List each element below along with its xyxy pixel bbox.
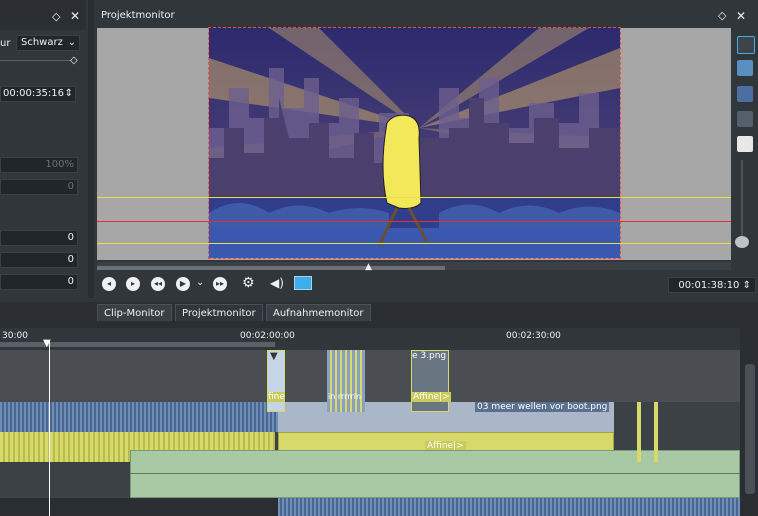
close-icon[interactable]: ✕ [736, 9, 746, 23]
tab-clip-monitor[interactable]: Clip-Monitor [97, 304, 172, 321]
clip-waveform[interactable] [278, 498, 740, 516]
zone-bar [0, 342, 275, 347]
document-icon[interactable] [737, 136, 753, 152]
value-field-4[interactable]: 0 [0, 274, 78, 290]
clip-effect-label: fine [268, 392, 285, 402]
value-field-3[interactable]: 0 [0, 252, 78, 268]
value-field-2[interactable]: 0 [0, 230, 78, 246]
ruler-tick-label: 30:00 [2, 331, 28, 341]
slider-track[interactable] [0, 60, 72, 61]
rewind-icon[interactable]: ◂◂ [151, 277, 165, 291]
video-frame [208, 27, 621, 259]
clip-effect-label: in rrrrrin [328, 392, 362, 401]
playhead-marker-icon[interactable]: ▼ [43, 338, 51, 349]
chevron-down-icon: ⌄ [67, 37, 76, 48]
close-icon[interactable]: ✕ [70, 9, 80, 23]
value-text: 0 [67, 276, 74, 287]
zoom-slider[interactable] [741, 160, 743, 240]
guide-line [97, 197, 731, 198]
panel-splitter[interactable] [88, 0, 94, 298]
timeline-playhead[interactable] [49, 340, 50, 516]
paint-icon[interactable] [737, 60, 753, 76]
zone-bar [97, 266, 445, 270]
percent-field[interactable]: 100% [0, 157, 78, 173]
clip-name-label: 03 meer wellen vor boot.png [475, 402, 610, 412]
effect-panel: ◇ ✕ ur Schwarz ⌄ ◇ 00:00:35:16 ⇕ 100% 0 … [0, 0, 86, 298]
small-clip[interactable] [654, 402, 658, 462]
spin-icon: ⇕ [742, 280, 751, 291]
timecode-value: 00:00:35:16 [3, 88, 65, 99]
small-clip[interactable] [637, 402, 641, 462]
scrollbar-handle[interactable] [745, 364, 755, 494]
tab-label: Projektmonitor [182, 308, 256, 319]
value-text: 0 [67, 181, 74, 192]
spin-icon: ⇕ [64, 88, 73, 99]
tab-capture-monitor[interactable]: Aufnahmemonitor [266, 304, 371, 321]
ruler-tick-label: 00:02:30:00 [506, 331, 561, 341]
clip-name-label: e 3.png [412, 351, 447, 361]
chevron-down-icon[interactable]: ⌄ [196, 277, 204, 288]
monitor-title: Projektmonitor [101, 10, 175, 21]
collapse-icon: ▼ [270, 351, 278, 362]
color-label: ur [0, 38, 11, 49]
zoom-icon[interactable] [737, 111, 753, 127]
edit-mode-icon[interactable] [737, 36, 755, 54]
waveform-baseline [130, 473, 740, 474]
clip-effect-label: Affine|> [412, 392, 451, 402]
timecode-field[interactable]: 00:00:35:16 ⇕ [0, 86, 76, 102]
monitor-timecode[interactable]: 00:01:38:10 ⇕ [668, 277, 756, 293]
percent-value: 100% [45, 159, 74, 170]
tab-project-monitor[interactable]: Projektmonitor [175, 304, 263, 321]
monitor-timecode-value: 00:01:38:10 [678, 280, 740, 291]
color-value: Schwarz [21, 37, 63, 48]
value-text: 0 [67, 232, 74, 243]
fullscreen-icon[interactable] [294, 276, 312, 290]
ruler-tick-label: 00:02:00:00 [240, 331, 295, 341]
value-field-1[interactable]: 0 [0, 179, 78, 195]
fit-zoom-icon[interactable] [737, 86, 753, 102]
zoom-slider-handle[interactable] [735, 236, 749, 248]
video-image [209, 28, 620, 258]
clip-waveform[interactable] [0, 402, 278, 432]
video-track[interactable] [0, 350, 740, 402]
guide-line [97, 221, 731, 222]
forward-icon[interactable]: ▸▸ [213, 277, 227, 291]
value-text: 0 [67, 254, 74, 265]
tab-label: Aufnahmemonitor [273, 308, 364, 319]
tab-label: Clip-Monitor [104, 308, 165, 319]
color-select[interactable]: Schwarz ⌄ [16, 35, 80, 51]
settings-icon[interactable]: ⚙ [242, 275, 255, 291]
float-icon[interactable]: ◇ [52, 10, 60, 23]
play-icon[interactable]: ▶ [176, 277, 190, 291]
volume-icon[interactable]: ◀) [270, 276, 284, 290]
audio-clip[interactable] [130, 450, 740, 498]
playhead-marker-icon[interactable]: ▲ [365, 262, 372, 272]
float-icon[interactable]: ◇ [718, 9, 726, 22]
prev-marker-icon[interactable]: ◂ [102, 277, 116, 291]
next-marker-icon[interactable]: ▸ [126, 277, 140, 291]
guide-line [97, 243, 731, 244]
keyframe-icon[interactable]: ◇ [70, 55, 78, 66]
multi-clip-group[interactable] [327, 350, 365, 412]
